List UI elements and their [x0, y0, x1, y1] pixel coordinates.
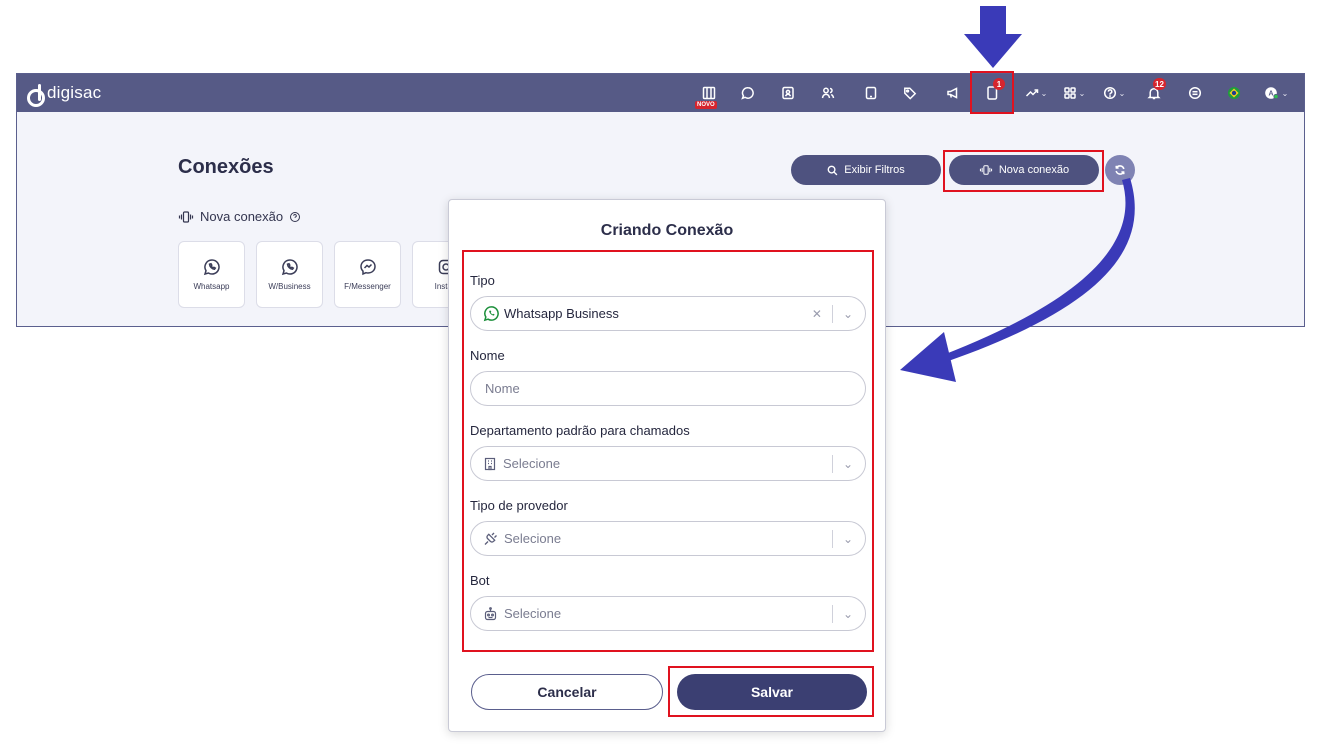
connection-type-tiles: Whatsapp W/Business F/Messenger Instag	[178, 241, 479, 308]
tag-icon	[904, 87, 917, 100]
nav-kanban[interactable]: NOVO	[695, 74, 721, 112]
nav-tablet[interactable]	[860, 74, 882, 112]
brand-name: digisac	[47, 83, 102, 102]
tile-messenger[interactable]: F/Messenger	[334, 241, 401, 308]
status-icon	[1188, 86, 1202, 100]
chevron-down-icon: ⌄	[1281, 88, 1289, 98]
notifications-badge: 12	[1153, 78, 1166, 90]
search-icon	[827, 165, 838, 175]
tile-whatsapp[interactable]: Whatsapp	[178, 241, 245, 308]
digisac-logo[interactable]: digisac	[27, 83, 102, 107]
messenger-icon	[359, 259, 376, 276]
brazil-flag-icon	[1228, 87, 1240, 99]
tile-label: F/Messenger	[344, 282, 391, 291]
new-connection-subhead: Nova conexão	[178, 209, 301, 224]
nav-language[interactable]	[1223, 74, 1245, 112]
megaphone-icon	[947, 87, 958, 99]
nav-status[interactable]	[1184, 74, 1206, 112]
whatsapp-business-icon	[281, 259, 298, 276]
tile-whatsapp-business[interactable]: W/Business	[256, 241, 323, 308]
nav-user-menu[interactable]: A ⌄	[1261, 74, 1291, 112]
nav-campaigns[interactable]	[942, 74, 964, 112]
chat-icon	[741, 87, 754, 100]
vibrate-phone-icon	[178, 210, 194, 223]
grid-icon	[1063, 87, 1076, 99]
nav-notifications[interactable]: 12	[1143, 74, 1166, 112]
nav-help[interactable]: ⌄	[1099, 74, 1129, 112]
top-navbar: digisac NOVO 1 ⌄ ⌄ ⌄ 12 A ⌄	[17, 74, 1304, 112]
help-icon[interactable]	[289, 211, 301, 223]
down-arrow-annotation	[964, 6, 1022, 68]
subhead-label: Nova conexão	[200, 209, 284, 224]
stage: digisac NOVO 1 ⌄ ⌄ ⌄ 12 A ⌄ Conexões Nov…	[0, 0, 1320, 746]
highlight-form	[462, 250, 874, 652]
page-title: Conexões	[178, 156, 274, 178]
trend-up-icon	[1025, 89, 1038, 97]
logo-icon	[27, 84, 45, 107]
highlight-save-button	[668, 666, 874, 717]
tablet-icon	[865, 86, 877, 100]
novo-badge: NOVO	[695, 101, 717, 109]
nav-chat[interactable]	[737, 74, 759, 112]
tile-label: Whatsapp	[193, 282, 230, 291]
highlight-connections-icon	[970, 71, 1014, 114]
nav-tags[interactable]	[899, 74, 921, 112]
kanban-icon	[702, 86, 716, 100]
tile-label: W/Business	[268, 282, 311, 291]
svg-text:A: A	[1268, 91, 1273, 98]
chevron-down-icon: ⌄	[1040, 88, 1048, 98]
chevron-down-icon: ⌄	[1078, 88, 1086, 98]
nav-apps[interactable]: ⌄	[1059, 74, 1089, 112]
highlight-new-connection	[943, 150, 1104, 192]
contact-book-icon	[782, 86, 794, 100]
nav-users[interactable]	[817, 74, 839, 112]
nav-contacts[interactable]	[777, 74, 799, 112]
whatsapp-icon	[203, 259, 220, 276]
users-icon	[821, 87, 835, 99]
nav-reports[interactable]: ⌄	[1021, 74, 1051, 112]
cancel-button[interactable]: Cancelar	[471, 674, 663, 710]
avatar-icon: A	[1264, 87, 1279, 100]
help-icon	[1103, 86, 1116, 100]
curved-arrow-annotation	[900, 178, 1135, 382]
chevron-down-icon: ⌄	[1118, 88, 1126, 98]
modal-title: Criando Conexão	[600, 222, 734, 239]
